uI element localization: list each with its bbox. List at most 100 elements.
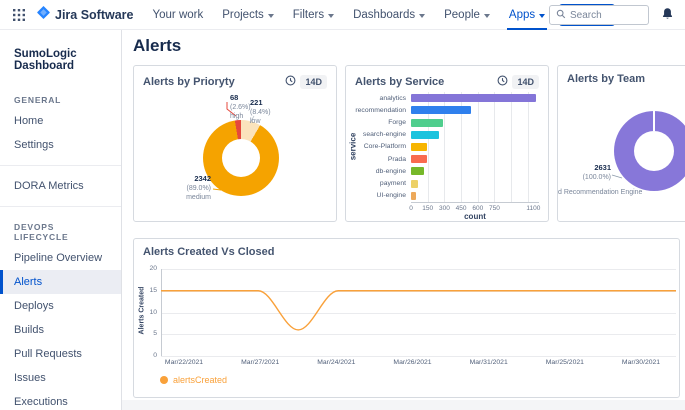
card-alerts-by-team: Alerts by Team 2631 (100.0%) d Recommend… <box>557 65 685 222</box>
donut-hole <box>634 131 674 171</box>
time-range-control[interactable]: 14D <box>497 73 539 91</box>
gridline <box>161 291 676 292</box>
chevron-down-icon <box>419 14 425 18</box>
card-title: Alerts by Service <box>355 76 444 88</box>
page-bottom-strip <box>122 400 685 410</box>
x-tick-label: 750 <box>489 205 500 212</box>
slice-label-team-name: d Recommendation Engine <box>558 188 668 197</box>
y-tick-label: 0 <box>134 352 157 359</box>
sidebar-item-alerts[interactable]: Alerts <box>0 270 121 294</box>
bar-category-label: Prada <box>388 156 406 163</box>
bar-Core-Platform <box>411 143 427 151</box>
bar-Prada <box>411 155 427 163</box>
search-icon <box>556 6 566 24</box>
nav-filters[interactable]: Filters <box>293 0 334 30</box>
y-axis-line <box>161 269 162 356</box>
x-tick-label: 300 <box>439 205 450 212</box>
x-tick-label: Mar/22/2021 <box>152 359 216 366</box>
nav-people[interactable]: People <box>444 0 490 30</box>
sidebar-item-pipeline-overview[interactable]: Pipeline Overview <box>0 246 121 270</box>
page-title: Alerts <box>133 36 181 56</box>
card-title: Alerts by Prioryty <box>143 76 235 88</box>
card-alerts-created-vs-closed: Alerts Created Vs Closed 05101520 Alerts… <box>133 238 680 398</box>
app-title: Jira Software <box>55 8 134 22</box>
y-axis-title: Alerts Created <box>139 286 146 336</box>
bar-category-label: UI-engine <box>377 192 406 199</box>
notifications-bell-icon[interactable] <box>661 7 674 25</box>
legend-label: alertsCreated <box>173 375 227 385</box>
time-range-badge: 14D <box>300 75 327 89</box>
sidebar-item-pull-requests[interactable]: Pull Requests <box>0 342 121 366</box>
search-input[interactable] <box>570 10 642 21</box>
nav-dashboards[interactable]: Dashboards <box>353 0 425 30</box>
x-tick-label: 150 <box>422 205 433 212</box>
sidebar-item-dora-metrics[interactable]: DORA Metrics <box>0 174 121 198</box>
nav-projects[interactable]: Projects <box>222 0 274 30</box>
chart-legend: alertsCreated <box>160 375 227 385</box>
donut-hole <box>222 139 260 177</box>
jira-logo[interactable]: Jira Software <box>37 6 134 24</box>
clock-icon <box>497 73 508 91</box>
bar-category-label: search-engine <box>363 131 406 138</box>
nav-apps[interactable]: Apps <box>509 0 545 30</box>
y-tick-label: 10 <box>134 309 157 316</box>
slice-label-low: 221 (8.4%) low <box>250 98 271 126</box>
sidebar-divider <box>0 206 121 207</box>
x-tick-label: 450 <box>456 205 467 212</box>
sidebar-divider <box>0 165 121 166</box>
gridline <box>161 313 676 314</box>
y-tick-label: 20 <box>134 265 157 272</box>
card-alerts-by-service: Alerts by Service 14D analytics recommend… <box>345 65 549 222</box>
sidebar: SumoLogic Dashboard GENERAL Home Setting… <box>0 30 122 410</box>
card-alerts-by-priority: Alerts by Prioryty 14D 68 (2.6%) high 22 <box>133 65 337 222</box>
sidebar-item-builds[interactable]: Builds <box>0 318 121 342</box>
x-tick-label: Mar/25/2021 <box>533 359 597 366</box>
chevron-down-icon <box>328 14 334 18</box>
chevron-down-icon <box>484 14 490 18</box>
chevron-down-icon <box>539 14 545 18</box>
x-axis-title: count <box>411 212 539 221</box>
slice-label-team: 2631 (100.0%) <box>566 163 611 182</box>
gridline <box>161 334 676 335</box>
sidebar-item-deploys[interactable]: Deploys <box>0 294 121 318</box>
sidebar-section-devops-lifecycle: DEVOPS LIFECYCLE <box>0 215 121 246</box>
bar-payment <box>411 180 418 188</box>
x-tick-label: Mar/31/2021 <box>457 359 521 366</box>
sidebar-item-issues[interactable]: Issues <box>0 366 121 390</box>
x-tick-label: Mar/24/2021 <box>304 359 368 366</box>
bar-db-engine <box>411 167 424 175</box>
donut-seam <box>653 111 655 131</box>
top-navigation-bar: Jira Software Your work Projects Filters… <box>0 0 685 30</box>
search-box[interactable] <box>549 5 649 25</box>
bar-category-label: recommendation <box>355 107 406 114</box>
legend-dot <box>160 376 168 384</box>
sidebar-item-home[interactable]: Home <box>0 109 121 133</box>
slice-label-high: 68 (2.6%) high <box>230 93 251 121</box>
nav-your-work[interactable]: Your work <box>153 0 204 30</box>
slice-label-medium: 2342 (89.0%) medium <box>174 174 211 202</box>
bar-analytics <box>411 94 536 102</box>
card-title: Alerts by Team <box>567 73 645 85</box>
bar-UI-engine <box>411 192 416 200</box>
app-switcher-icon[interactable] <box>10 6 28 24</box>
jira-diamond-icon <box>37 6 50 24</box>
bar-search-engine <box>411 131 439 139</box>
x-tick-label: Mar/26/2021 <box>381 359 445 366</box>
main-content: Alerts Alerts by Prioryty 14D 68 (2.6%) <box>122 30 685 410</box>
y-tick-label: 15 <box>134 287 157 294</box>
bar-category-label: analytics <box>380 95 406 102</box>
x-tick-label: 600 <box>472 205 483 212</box>
y-tick-label: 5 <box>134 330 157 337</box>
sidebar-item-executions[interactable]: Executions <box>0 390 121 410</box>
x-tick-label: Mar/27/2021 <box>228 359 292 366</box>
chevron-down-icon <box>268 14 274 18</box>
y-axis-title: service <box>349 123 358 171</box>
sidebar-item-settings[interactable]: Settings <box>0 133 121 157</box>
time-range-badge: 14D <box>512 75 539 89</box>
clock-icon <box>285 73 296 91</box>
sidebar-title: SumoLogic Dashboard <box>0 48 121 72</box>
time-range-control[interactable]: 14D <box>285 73 327 91</box>
service-bar-chart <box>411 92 539 202</box>
sidebar-section-general: GENERAL <box>0 88 121 109</box>
x-tick-label: Mar/30/2021 <box>609 359 673 366</box>
